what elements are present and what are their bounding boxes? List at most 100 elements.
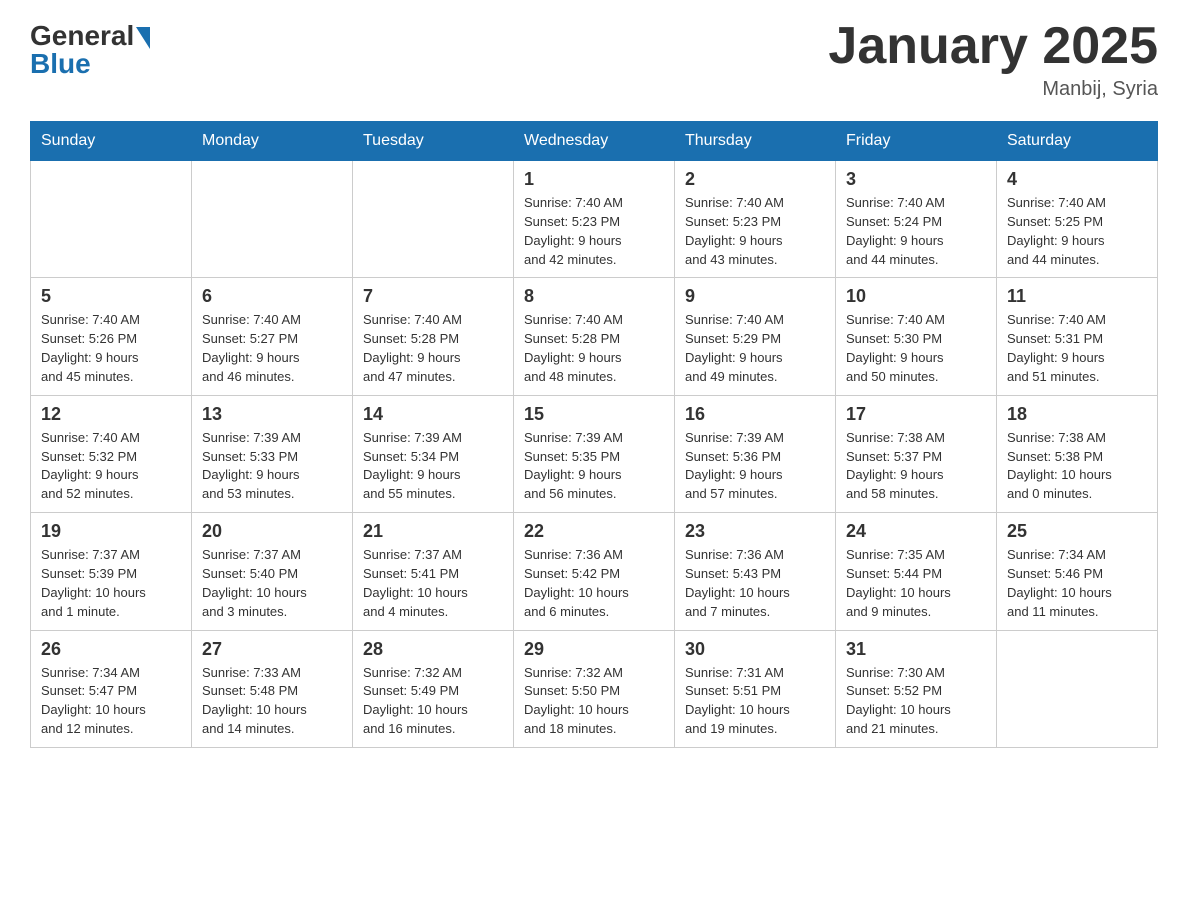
day-cell-1: 1 Sunrise: 7:40 AM Sunset: 5:23 PM Daylig…: [514, 161, 675, 278]
page-header: General Blue January 2025 Manbij, Syria: [30, 20, 1158, 101]
day-number: 13: [202, 404, 342, 425]
week-row-3: 12 Sunrise: 7:40 AM Sunset: 5:32 PM Dayli…: [31, 395, 1158, 512]
day-number: 23: [685, 521, 825, 542]
day-number: 28: [363, 639, 503, 660]
day-number: 15: [524, 404, 664, 425]
day-info: Sunrise: 7:40 AM Sunset: 5:28 PM Dayligh…: [524, 311, 664, 386]
empty-cell: [353, 161, 514, 278]
week-row-4: 19 Sunrise: 7:37 AM Sunset: 5:39 PM Dayli…: [31, 513, 1158, 630]
logo-blue-text: Blue: [30, 48, 91, 80]
day-info: Sunrise: 7:40 AM Sunset: 5:32 PM Dayligh…: [41, 429, 181, 504]
day-cell-24: 24 Sunrise: 7:35 AM Sunset: 5:44 PM Dayli…: [836, 513, 997, 630]
day-number: 9: [685, 286, 825, 307]
day-cell-12: 12 Sunrise: 7:40 AM Sunset: 5:32 PM Dayli…: [31, 395, 192, 512]
day-cell-14: 14 Sunrise: 7:39 AM Sunset: 5:34 PM Dayli…: [353, 395, 514, 512]
day-cell-27: 27 Sunrise: 7:33 AM Sunset: 5:48 PM Dayli…: [192, 630, 353, 747]
day-cell-23: 23 Sunrise: 7:36 AM Sunset: 5:43 PM Dayli…: [675, 513, 836, 630]
calendar-header-row: SundayMondayTuesdayWednesdayThursdayFrid…: [31, 122, 1158, 161]
day-number: 24: [846, 521, 986, 542]
day-info: Sunrise: 7:32 AM Sunset: 5:50 PM Dayligh…: [524, 664, 664, 739]
day-info: Sunrise: 7:37 AM Sunset: 5:40 PM Dayligh…: [202, 546, 342, 621]
day-info: Sunrise: 7:32 AM Sunset: 5:49 PM Dayligh…: [363, 664, 503, 739]
day-info: Sunrise: 7:36 AM Sunset: 5:43 PM Dayligh…: [685, 546, 825, 621]
day-number: 29: [524, 639, 664, 660]
day-cell-30: 30Sunrise: 7:31 AM Sunset: 5:51 PM Dayli…: [675, 630, 836, 747]
day-info: Sunrise: 7:40 AM Sunset: 5:23 PM Dayligh…: [685, 194, 825, 269]
day-cell-11: 11 Sunrise: 7:40 AM Sunset: 5:31 PM Dayli…: [997, 278, 1158, 395]
week-row-5: 26 Sunrise: 7:34 AM Sunset: 5:47 PM Dayli…: [31, 630, 1158, 747]
logo: General Blue: [30, 20, 150, 80]
day-info: Sunrise: 7:40 AM Sunset: 5:27 PM Dayligh…: [202, 311, 342, 386]
day-number: 11: [1007, 286, 1147, 307]
day-number: 14: [363, 404, 503, 425]
day-info: Sunrise: 7:39 AM Sunset: 5:35 PM Dayligh…: [524, 429, 664, 504]
day-number: 16: [685, 404, 825, 425]
month-title: January 2025: [828, 20, 1158, 72]
day-info: Sunrise: 7:34 AM Sunset: 5:47 PM Dayligh…: [41, 664, 181, 739]
empty-cell: [997, 630, 1158, 747]
day-number: 5: [41, 286, 181, 307]
day-cell-18: 18 Sunrise: 7:38 AM Sunset: 5:38 PM Dayli…: [997, 395, 1158, 512]
day-number: 3: [846, 169, 986, 190]
day-cell-4: 4 Sunrise: 7:40 AM Sunset: 5:25 PM Daylig…: [997, 161, 1158, 278]
day-cell-8: 8Sunrise: 7:40 AM Sunset: 5:28 PM Daylig…: [514, 278, 675, 395]
week-row-2: 5 Sunrise: 7:40 AM Sunset: 5:26 PM Daylig…: [31, 278, 1158, 395]
day-info: Sunrise: 7:40 AM Sunset: 5:26 PM Dayligh…: [41, 311, 181, 386]
day-cell-6: 6 Sunrise: 7:40 AM Sunset: 5:27 PM Daylig…: [192, 278, 353, 395]
day-info: Sunrise: 7:34 AM Sunset: 5:46 PM Dayligh…: [1007, 546, 1147, 621]
day-cell-25: 25Sunrise: 7:34 AM Sunset: 5:46 PM Dayli…: [997, 513, 1158, 630]
logo-triangle-icon: [136, 27, 150, 49]
day-info: Sunrise: 7:37 AM Sunset: 5:39 PM Dayligh…: [41, 546, 181, 621]
day-cell-2: 2Sunrise: 7:40 AM Sunset: 5:23 PM Daylig…: [675, 161, 836, 278]
day-cell-21: 21Sunrise: 7:37 AM Sunset: 5:41 PM Dayli…: [353, 513, 514, 630]
day-number: 22: [524, 521, 664, 542]
day-cell-13: 13 Sunrise: 7:39 AM Sunset: 5:33 PM Dayli…: [192, 395, 353, 512]
day-cell-20: 20 Sunrise: 7:37 AM Sunset: 5:40 PM Dayli…: [192, 513, 353, 630]
day-info: Sunrise: 7:33 AM Sunset: 5:48 PM Dayligh…: [202, 664, 342, 739]
day-info: Sunrise: 7:38 AM Sunset: 5:37 PM Dayligh…: [846, 429, 986, 504]
empty-cell: [192, 161, 353, 278]
day-info: Sunrise: 7:30 AM Sunset: 5:52 PM Dayligh…: [846, 664, 986, 739]
location: Manbij, Syria: [828, 78, 1158, 101]
day-info: Sunrise: 7:36 AM Sunset: 5:42 PM Dayligh…: [524, 546, 664, 621]
day-cell-3: 3Sunrise: 7:40 AM Sunset: 5:24 PM Daylig…: [836, 161, 997, 278]
day-info: Sunrise: 7:40 AM Sunset: 5:23 PM Dayligh…: [524, 194, 664, 269]
day-info: Sunrise: 7:40 AM Sunset: 5:28 PM Dayligh…: [363, 311, 503, 386]
day-cell-28: 28 Sunrise: 7:32 AM Sunset: 5:49 PM Dayli…: [353, 630, 514, 747]
day-number: 30: [685, 639, 825, 660]
day-cell-7: 7 Sunrise: 7:40 AM Sunset: 5:28 PM Daylig…: [353, 278, 514, 395]
day-cell-26: 26 Sunrise: 7:34 AM Sunset: 5:47 PM Dayli…: [31, 630, 192, 747]
day-info: Sunrise: 7:40 AM Sunset: 5:30 PM Dayligh…: [846, 311, 986, 386]
week-row-1: 1 Sunrise: 7:40 AM Sunset: 5:23 PM Daylig…: [31, 161, 1158, 278]
day-cell-15: 15 Sunrise: 7:39 AM Sunset: 5:35 PM Dayli…: [514, 395, 675, 512]
day-number: 21: [363, 521, 503, 542]
calendar-table: SundayMondayTuesdayWednesdayThursdayFrid…: [30, 121, 1158, 748]
day-number: 20: [202, 521, 342, 542]
day-number: 10: [846, 286, 986, 307]
day-number: 12: [41, 404, 181, 425]
col-header-friday: Friday: [836, 122, 997, 161]
day-info: Sunrise: 7:39 AM Sunset: 5:33 PM Dayligh…: [202, 429, 342, 504]
day-cell-17: 17 Sunrise: 7:38 AM Sunset: 5:37 PM Dayli…: [836, 395, 997, 512]
day-number: 17: [846, 404, 986, 425]
day-cell-31: 31 Sunrise: 7:30 AM Sunset: 5:52 PM Dayli…: [836, 630, 997, 747]
day-number: 6: [202, 286, 342, 307]
day-info: Sunrise: 7:39 AM Sunset: 5:34 PM Dayligh…: [363, 429, 503, 504]
day-cell-16: 16Sunrise: 7:39 AM Sunset: 5:36 PM Dayli…: [675, 395, 836, 512]
day-cell-22: 22 Sunrise: 7:36 AM Sunset: 5:42 PM Dayli…: [514, 513, 675, 630]
day-number: 4: [1007, 169, 1147, 190]
day-number: 18: [1007, 404, 1147, 425]
day-info: Sunrise: 7:40 AM Sunset: 5:31 PM Dayligh…: [1007, 311, 1147, 386]
day-number: 27: [202, 639, 342, 660]
day-info: Sunrise: 7:35 AM Sunset: 5:44 PM Dayligh…: [846, 546, 986, 621]
day-number: 7: [363, 286, 503, 307]
day-cell-19: 19 Sunrise: 7:37 AM Sunset: 5:39 PM Dayli…: [31, 513, 192, 630]
day-info: Sunrise: 7:38 AM Sunset: 5:38 PM Dayligh…: [1007, 429, 1147, 504]
day-number: 19: [41, 521, 181, 542]
day-number: 1: [524, 169, 664, 190]
empty-cell: [31, 161, 192, 278]
day-cell-10: 10 Sunrise: 7:40 AM Sunset: 5:30 PM Dayli…: [836, 278, 997, 395]
day-info: Sunrise: 7:40 AM Sunset: 5:25 PM Dayligh…: [1007, 194, 1147, 269]
day-number: 31: [846, 639, 986, 660]
day-number: 26: [41, 639, 181, 660]
